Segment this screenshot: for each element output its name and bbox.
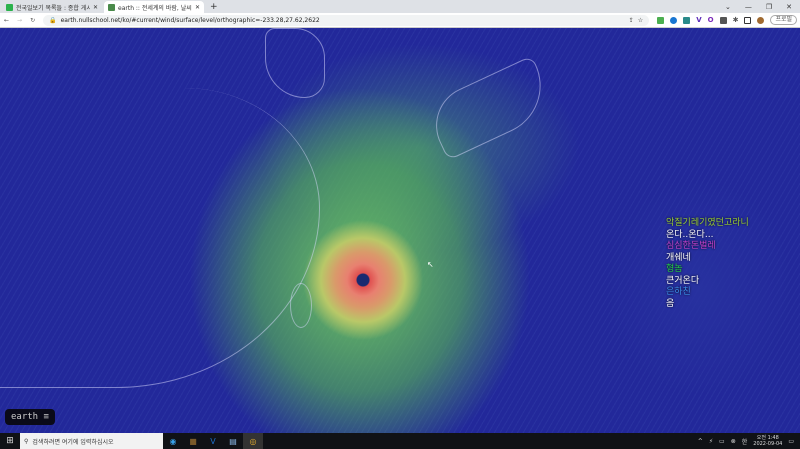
chat-message: 음 [666,298,675,309]
clock[interactable]: 오전 1:48 2022-09-04 [753,435,782,447]
extension-o-icon[interactable]: O [708,16,714,24]
ime-icon[interactable]: 한 [742,437,748,446]
chat-username: 형놈 [666,264,683,274]
url-input[interactable]: 🔒 earth.nullschool.net/ko/#current/wind/s… [43,14,650,26]
china-coastline [0,88,320,388]
forward-icon[interactable]: → [17,17,22,24]
network-icon[interactable]: ⚡ [709,438,713,445]
back-icon[interactable]: ← [4,17,9,24]
chrome-icon[interactable]: ◎ [243,433,263,449]
tab-search-icon[interactable]: ⌄ [725,3,731,11]
mouse-cursor-icon: ↖ [427,260,434,269]
korea-coastline [265,28,325,98]
tab-board[interactable]: 전국일보기 목록들 : 종합 게시판 ✕ [2,1,102,13]
japan-coastline [422,55,558,161]
tab-bar: 전국일보기 목록들 : 종합 게시판 ✕ earth :: 전세계의 바람, 날씨… [0,0,800,13]
notification-icon[interactable]: ▭ [788,438,794,445]
new-tab-button[interactable]: + [210,2,218,12]
puzzle-icon[interactable]: ✱ [733,16,739,24]
status-icon[interactable]: ⊗ [731,438,736,445]
minimize-button[interactable]: — [745,3,752,11]
chat-overlay: 악질기레기였던고라니 온다..온다... 심심한돈벌레 개쉐네 형놈 큰거온다 … [666,218,749,310]
address-bar-row: ← → ↻ 🔒 earth.nullschool.net/ko/#current/wi… [0,13,800,28]
lock-icon: 🔒 [49,16,57,24]
share-icon[interactable]: ⇪ [629,17,634,24]
extension-v-icon[interactable]: V [696,16,701,24]
chat-message: 온다..온다... [666,229,714,240]
windows-start-icon[interactable]: ⊞ [0,436,20,446]
extension-icon[interactable] [683,16,691,24]
search-icon: ⚲ [24,437,29,445]
sidebar-icon[interactable] [744,16,752,24]
reload-icon[interactable]: ↻ [30,17,35,24]
chat-username: 심심한돈벌레 [666,241,716,251]
earth-menu-button[interactable]: earth ≡ [5,409,55,425]
extension-icon[interactable] [657,16,665,24]
close-tab-icon[interactable]: ✕ [93,4,98,11]
avatar[interactable] [757,16,765,24]
vegas-icon[interactable]: V [203,433,223,449]
earth-icon [108,3,115,11]
close-window-button[interactable]: ✕ [786,3,792,11]
tray-chevron-icon[interactable]: ^ [698,438,703,445]
edge-icon[interactable]: ◉ [163,433,183,449]
extension-icon[interactable] [670,16,678,24]
minecraft-icon[interactable]: ■ [183,433,203,449]
extension-icon[interactable] [719,16,727,24]
chat-message: 큰거온다 [666,275,700,286]
maximize-button[interactable]: ❐ [766,3,772,11]
keyboard-icon[interactable]: ▭ [719,438,725,445]
taskbar: ⊞ ⚲ 검색하려면 여기에 입력하십시오 ◉ ■ V ▤ ◎ ^ ⚡ ▭ ⊗ 한 … [0,433,800,449]
site-icon [6,3,13,11]
taskbar-search-input[interactable]: ⚲ 검색하려면 여기에 입력하십시오 [20,433,163,449]
chat-username: 은하친 [666,287,691,297]
notepad-icon[interactable]: ▤ [223,433,243,449]
tab-earth[interactable]: earth :: 전세계의 바람, 날씨, 바다✕ [104,1,204,13]
profile-button[interactable]: 프로필 [770,15,797,25]
chat-username: 악질기레기였던고라니 [666,218,749,228]
bookmark-star-icon[interactable]: ☆ [638,17,643,24]
close-tab-icon[interactable]: ✕ [195,4,200,11]
chat-message: 개쉐네 [666,252,691,263]
